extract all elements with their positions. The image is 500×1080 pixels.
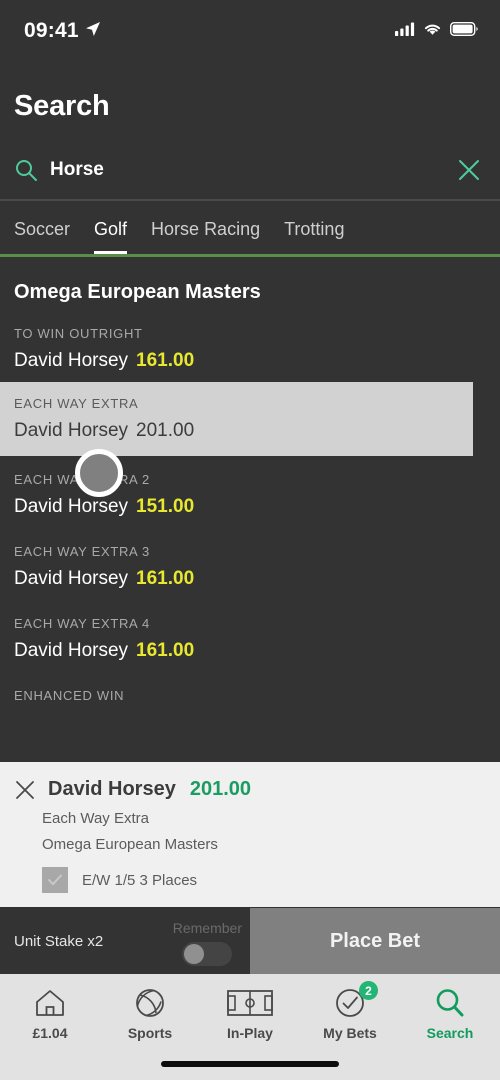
- nav-item-label: £1.04: [32, 1025, 68, 1041]
- bet-odds[interactable]: 161.00: [136, 640, 194, 661]
- place-bet-label: Place Bet: [329, 929, 421, 952]
- cellular-signal-icon: [395, 22, 415, 41]
- bet-selection-name: David Horsey: [14, 568, 129, 589]
- bet-selection-row: David Horsey 161.00: [14, 640, 486, 662]
- nav-item-home[interactable]: £1.04: [0, 984, 100, 1080]
- bet-odds[interactable]: 201.00: [136, 420, 194, 441]
- bet-row[interactable]: TO WIN OUTRIGHT David Horsey 161.00: [0, 310, 500, 382]
- bet-selection-name: David Horsey: [14, 350, 129, 371]
- bet-row-selected[interactable]: EACH WAY EXTRA David Horsey 201.00: [0, 382, 473, 456]
- betslip-header: David Horsey 201.00: [0, 778, 500, 801]
- betslip-event: Omega European Masters: [42, 836, 218, 853]
- tab-label: Soccer: [14, 219, 71, 239]
- nav-item-label: Sports: [127, 1025, 173, 1041]
- tab-label: Golf: [94, 219, 128, 239]
- bet-market-label: EACH WAY EXTRA 3: [14, 544, 150, 559]
- check-circle-icon: 2: [334, 981, 378, 1022]
- unit-stake-label[interactable]: Unit Stake x2: [14, 933, 103, 950]
- nav-item-label: Search: [426, 1025, 474, 1041]
- betslip-panel: David Horsey 201.00 Each Way Extra Omega…: [0, 762, 500, 907]
- bet-selection-row: David Horsey 201.00: [14, 420, 459, 442]
- close-icon[interactable]: [14, 779, 36, 801]
- nav-item-search[interactable]: Search: [400, 984, 500, 1080]
- bet-selection-row: David Horsey 161.00: [14, 350, 486, 372]
- bet-market-label: EACH WAY EXTRA: [14, 396, 139, 411]
- bet-selection-name: David Horsey: [14, 640, 129, 661]
- bet-selection-name: David Horsey: [14, 420, 129, 441]
- location-arrow-icon: [85, 21, 101, 42]
- search-input[interactable]: Horse: [50, 159, 456, 181]
- bet-selection-row: David Horsey 161.00: [14, 568, 486, 590]
- page-title: Search: [14, 90, 110, 122]
- search-icon: [434, 984, 466, 1022]
- nav-item-label: In-Play: [227, 1025, 273, 1041]
- wifi-icon: [423, 22, 442, 41]
- betslip-selection-name: David Horsey: [48, 778, 176, 800]
- category-tabs: Soccer Golf Horse Racing Trotting: [0, 201, 500, 254]
- tab-golf[interactable]: Golf: [94, 219, 128, 254]
- bet-row[interactable]: EACH WAY EXTRA 4 David Horsey 161.00: [0, 600, 500, 672]
- tab-trotting[interactable]: Trotting: [284, 219, 344, 254]
- tab-label: Trotting: [284, 219, 345, 239]
- bet-row[interactable]: ENHANCED WIN: [0, 672, 500, 713]
- tab-label: Horse Racing: [151, 219, 261, 239]
- nav-item-label: My Bets: [323, 1025, 377, 1041]
- each-way-label: E/W 1/5 3 Places: [82, 871, 198, 889]
- home-icon: [33, 984, 67, 1022]
- ball-icon: [134, 984, 166, 1022]
- status-bar: 09:41: [0, 0, 500, 62]
- event-title: Omega European Masters: [14, 281, 261, 303]
- search-bar[interactable]: Horse: [0, 141, 500, 199]
- place-bet-button[interactable]: Place Bet: [250, 908, 500, 974]
- bet-market-label: TO WIN OUTRIGHT: [14, 326, 143, 341]
- status-bar-time: 09:41: [24, 19, 79, 42]
- bet-market-label: EACH WAY EXTRA 4: [14, 616, 150, 631]
- bet-selection-row: David Horsey 151.00: [14, 496, 486, 518]
- bet-market-label: ENHANCED WIN: [14, 688, 125, 703]
- betslip-odds: 201.00: [189, 778, 252, 800]
- touch-indicator: [75, 449, 123, 497]
- stake-section: Unit Stake x2 Remember: [0, 908, 250, 974]
- bottom-navigation: £1.04 Sports In-Play 2 My Bets Search: [0, 974, 500, 1080]
- status-bar-right: [395, 21, 478, 41]
- betslip-market: Each Way Extra: [42, 810, 149, 827]
- bet-odds[interactable]: 161.00: [136, 568, 194, 589]
- check-icon: [48, 874, 62, 886]
- bet-selection-name: David Horsey: [14, 496, 129, 517]
- status-bar-left: 09:41: [24, 19, 101, 43]
- battery-icon: [449, 21, 478, 41]
- close-icon[interactable]: [456, 157, 482, 183]
- bet-row[interactable]: EACH WAY EXTRA 3 David Horsey 161.00: [0, 528, 500, 600]
- bet-action-bar: Unit Stake x2 Remember Place Bet: [0, 908, 500, 974]
- bet-odds[interactable]: 161.00: [136, 350, 194, 371]
- search-icon: [14, 158, 38, 182]
- betslip-each-way-row: E/W 1/5 3 Places: [0, 867, 500, 893]
- bet-odds[interactable]: 151.00: [136, 496, 194, 517]
- pitch-icon: [227, 984, 273, 1022]
- remember-toggle[interactable]: [182, 942, 233, 966]
- tab-horse-racing[interactable]: Horse Racing: [151, 219, 260, 254]
- home-indicator: [161, 1061, 339, 1067]
- remember-control: Remember: [173, 920, 242, 966]
- bet-list: TO WIN OUTRIGHT David Horsey 161.00 EACH …: [0, 304, 500, 713]
- my-bets-badge: 2: [359, 981, 378, 1000]
- remember-label: Remember: [172, 920, 242, 936]
- each-way-checkbox[interactable]: [42, 867, 68, 893]
- tab-soccer[interactable]: Soccer: [14, 219, 70, 254]
